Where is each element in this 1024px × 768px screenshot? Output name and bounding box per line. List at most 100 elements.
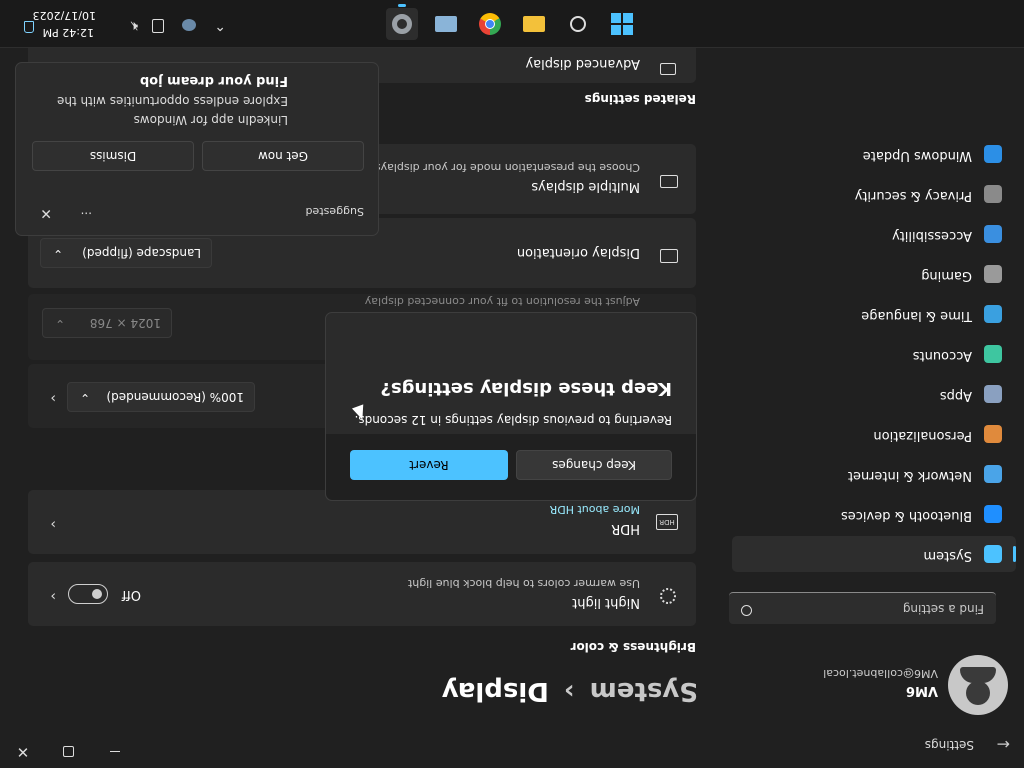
sidebar-item-label: Privacy & security [854, 188, 972, 203]
notification-icon[interactable] [24, 21, 34, 33]
minimize-button[interactable] [92, 736, 138, 768]
toggle-knob [92, 589, 102, 599]
night-light-state: Off [121, 587, 141, 602]
sidebar-item-gaming[interactable]: Gaming [732, 256, 1016, 292]
dialog-title: Keep these display settings? [380, 378, 672, 399]
settings-icon [392, 14, 412, 34]
dismiss-button[interactable]: Dismiss [32, 141, 194, 171]
more-options-icon[interactable]: ··· [81, 206, 92, 220]
night-light-toggle[interactable] [68, 584, 108, 604]
close-icon[interactable]: ✕ [40, 205, 52, 221]
hdr-link[interactable]: More about HDR [550, 503, 640, 516]
search-button[interactable] [562, 8, 594, 40]
revert-button[interactable]: Revert [350, 450, 508, 480]
sidebar-item-privacy-security[interactable]: Privacy & security [732, 176, 1016, 212]
monitor-icon [984, 545, 1002, 563]
rotate-screen-icon [660, 249, 678, 263]
task-manager-button[interactable] [430, 8, 462, 40]
shield-icon [984, 185, 1002, 203]
chevron-down-icon: ⌄ [55, 317, 66, 331]
scale-value: 100% (Recommended) [106, 390, 244, 404]
sidebar-item-label: Accessibility [892, 228, 972, 243]
close-icon: ✕ [16, 743, 30, 761]
multiple-displays-subtitle: Choose the presentation mode for your di… [374, 161, 640, 174]
orientation-value: Landscape (flipped) [82, 246, 201, 260]
clock-time[interactable]: 12:42 PM [43, 26, 94, 39]
hdr-title: HDR [611, 521, 640, 536]
keep-settings-dialog: Keep changes Revert Reverting to previou… [325, 312, 697, 501]
sidebar-item-bluetooth-devices[interactable]: Bluetooth & devices [732, 496, 1016, 532]
tray-app-icon[interactable] [182, 19, 196, 31]
volume-muted-icon[interactable]: 🔇︎ [130, 18, 138, 33]
sidebar-item-label: Bluetooth & devices [841, 508, 972, 523]
network-icon[interactable] [152, 19, 164, 33]
sidebar-item-apps[interactable]: Apps [732, 376, 1016, 412]
sidebar-item-time-language[interactable]: Time & language [732, 296, 1016, 332]
sidebar-item-accessibility[interactable]: Accessibility [732, 216, 1016, 252]
person-icon [966, 681, 990, 705]
sidebar-item-label: Personalization [873, 428, 972, 443]
globe-clock-icon [984, 305, 1002, 323]
chevron-down-icon: ⌄ [80, 391, 91, 405]
toast-header: Suggested [305, 205, 364, 218]
app-title: Settings [924, 738, 974, 752]
brush-icon [984, 425, 1002, 443]
chevron-right-icon[interactable]: › [50, 516, 56, 532]
night-light-subtitle: Use warmer colors to help block blue lig… [407, 577, 640, 590]
sidebar-item-system[interactable]: System [732, 536, 1016, 572]
scale-dropdown[interactable]: 100% (Recommended) ⌄ [67, 382, 255, 412]
advanced-display-title: Advanced display [525, 56, 640, 71]
selection-indicator [1013, 546, 1016, 562]
minimize-icon [110, 751, 120, 753]
sidebar-item-accounts[interactable]: Accounts [732, 336, 1016, 372]
sidebar-item-label: Accounts [912, 348, 972, 363]
night-light-card[interactable]: Night light Use warmer colors to help bl… [28, 562, 696, 626]
maximize-button[interactable] [46, 736, 92, 768]
multiple-displays-title: Multiple displays [531, 179, 640, 194]
get-now-button[interactable]: Get now [202, 141, 364, 171]
dialog-footer: Keep changes Revert [326, 434, 696, 500]
maximize-icon [63, 746, 75, 758]
search-input[interactable]: Find a setting [903, 602, 984, 616]
orientation-dropdown[interactable]: Landscape (flipped) ⌄ [40, 238, 212, 268]
profile-name: VM6 [905, 683, 938, 698]
profile-email: VM6@collabnet.local [823, 667, 938, 680]
chrome-icon [479, 13, 501, 35]
chevron-right-icon[interactable]: › [50, 588, 56, 604]
toast-body-line2: LinkedIn app for Windows [133, 113, 288, 127]
chevron-up-icon[interactable]: ⌃ [214, 17, 226, 33]
settings-button[interactable] [386, 4, 418, 40]
chrome-button[interactable] [474, 8, 506, 40]
sidebar: VM6 VM6@collabnet.local Find a setting S… [724, 48, 1024, 720]
dialog-message: Reverting to previous display settings i… [354, 413, 672, 427]
sidebar-item-label: Gaming [921, 268, 972, 283]
section-heading-brightness: Brightness & color [570, 640, 696, 654]
breadcrumb-separator: › [563, 676, 575, 706]
keep-changes-button[interactable]: Keep changes [516, 450, 672, 480]
back-arrow-icon[interactable]: ← [990, 734, 1010, 754]
resolution-dropdown[interactable]: 1024 × 768 ⌄ [42, 308, 172, 338]
person-body-icon [960, 667, 996, 683]
apps-icon [984, 385, 1002, 403]
search-icon [570, 16, 586, 32]
clock-date[interactable]: 10/17/2023 [33, 9, 96, 22]
chevron-right-icon[interactable]: › [50, 390, 56, 406]
sidebar-item-label: Windows Update [862, 148, 972, 163]
sidebar-item-windows-update[interactable]: Windows Update [732, 136, 1016, 172]
brightness-icon [660, 588, 676, 604]
toast-title: Find your dream job [139, 73, 288, 88]
sync-icon [984, 145, 1002, 163]
breadcrumb-parent[interactable]: System [590, 676, 698, 706]
page-title: Display [441, 676, 549, 706]
sidebar-item-personalization[interactable]: Personalization [732, 416, 1016, 452]
task-manager-icon [435, 16, 457, 32]
sidebar-item-network-internet[interactable]: Network & internet [732, 456, 1016, 492]
sidebar-item-label: Apps [939, 388, 972, 403]
search-box[interactable]: Find a setting [729, 592, 996, 624]
resolution-subtitle: Adjust the resolution to fit your connec… [364, 295, 640, 308]
start-button[interactable] [606, 8, 638, 40]
section-heading-related: Related settings [584, 92, 696, 106]
close-button[interactable]: ✕ [0, 736, 46, 768]
avatar[interactable] [948, 655, 1008, 715]
file-explorer-button[interactable] [518, 8, 550, 40]
